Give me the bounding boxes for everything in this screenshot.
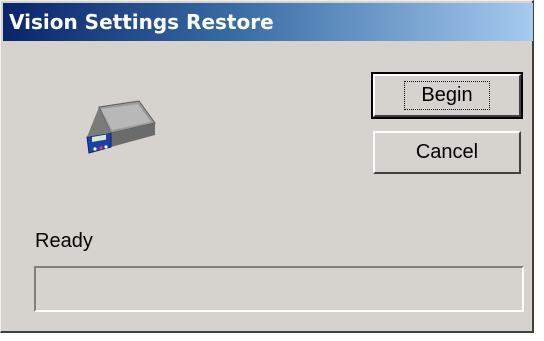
cancel-button[interactable]: Cancel [373,131,521,174]
title-bar[interactable]: Vision Settings Restore [3,3,533,41]
begin-button-label: Begin [404,81,490,110]
progress-bar [34,266,524,312]
status-label: Ready [35,230,93,252]
scale-icon [81,97,161,161]
window-title: Vision Settings Restore [9,10,274,34]
begin-button[interactable]: Begin [371,72,523,119]
dialog-window: Vision Settings Restore Begin Cancel Rea… [0,0,534,333]
cancel-button-label: Cancel [415,141,479,163]
